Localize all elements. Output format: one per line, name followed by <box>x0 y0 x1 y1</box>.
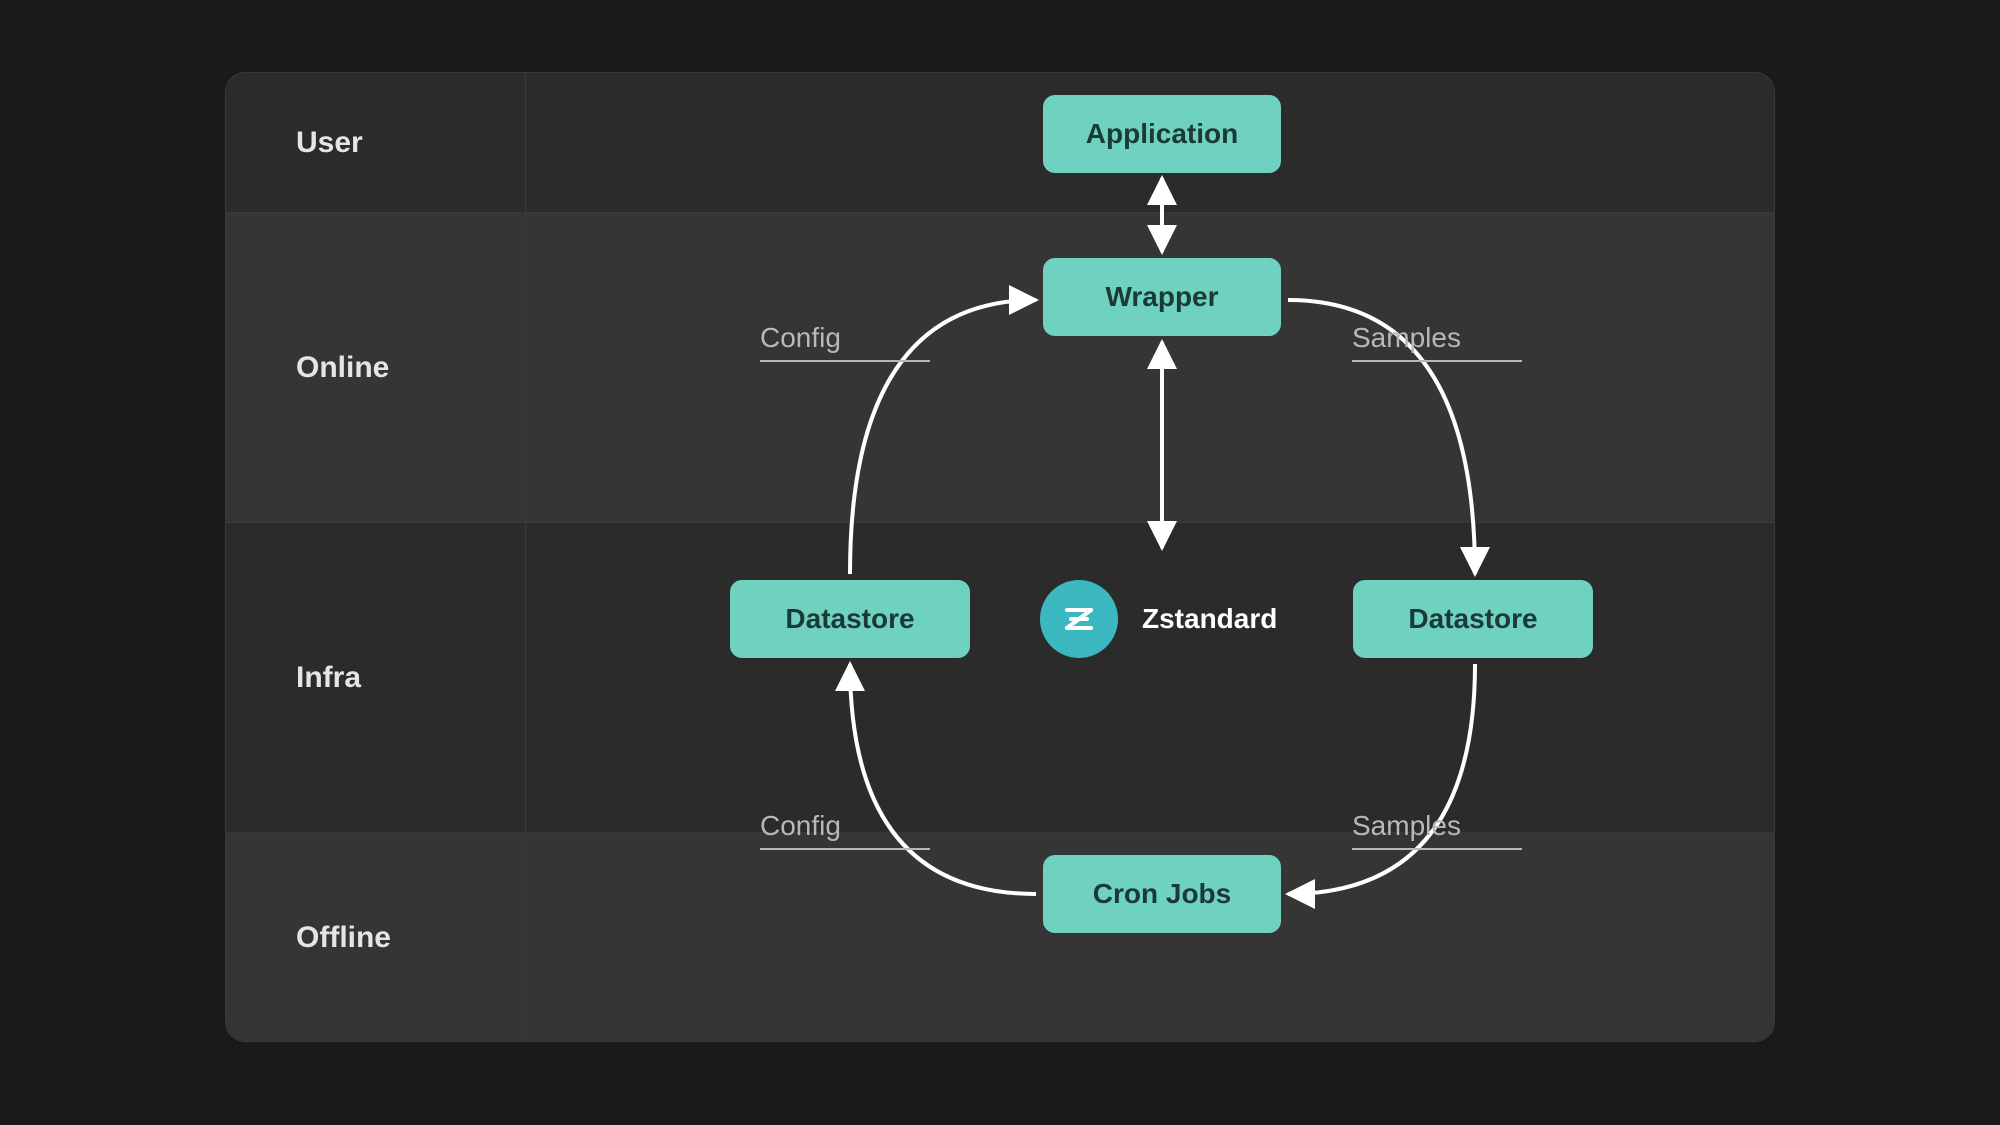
zstandard-icon <box>1040 580 1118 658</box>
edge-label-samples-bot: Samples <box>1352 810 1522 850</box>
zstandard-label: Zstandard <box>1142 603 1277 635</box>
node-datastore-left: Datastore <box>730 580 970 658</box>
node-datastore-right: Datastore <box>1353 580 1593 658</box>
layer-grid: User Online Infra Offline <box>225 72 1775 1042</box>
row-user: User <box>226 73 1774 213</box>
node-application: Application <box>1043 95 1281 173</box>
row-label-user: User <box>226 73 526 212</box>
row-label-offline: Offline <box>226 833 526 1042</box>
edge-label-config-top: Config <box>760 322 930 362</box>
node-wrapper: Wrapper <box>1043 258 1281 336</box>
row-label-online: Online <box>226 213 526 522</box>
node-cron-jobs: Cron Jobs <box>1043 855 1281 933</box>
row-offline: Offline <box>226 833 1774 1042</box>
edge-label-samples-top: Samples <box>1352 322 1522 362</box>
row-infra: Infra <box>226 523 1774 833</box>
row-label-infra: Infra <box>226 523 526 832</box>
edge-label-config-bot: Config <box>760 810 930 850</box>
zstandard-center: Zstandard <box>1040 580 1277 658</box>
row-online: Online <box>226 213 1774 523</box>
